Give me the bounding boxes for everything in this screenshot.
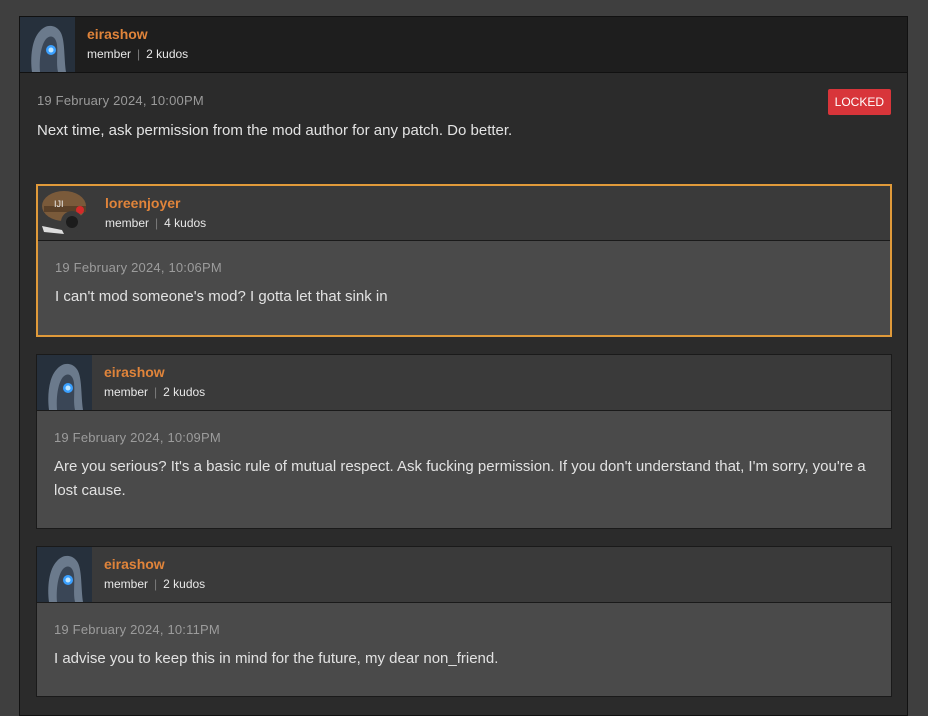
- post-text: I advise you to keep this in mind for th…: [54, 650, 499, 667]
- avatar[interactable]: IJI: [38, 186, 93, 241]
- meta-separator: |: [154, 577, 158, 591]
- comment-thread: eirashow member | 2 kudos 19 February 2024…: [19, 16, 908, 716]
- user-meta: member | 2 kudos: [104, 577, 205, 591]
- reply-comment: IJI loreenjoyer member | 4 kudos 19 Februa…: [36, 184, 892, 337]
- user-kudos: 2 kudos: [163, 577, 206, 591]
- meta-separator: |: [137, 47, 141, 61]
- avatar[interactable]: [37, 355, 92, 410]
- user-meta: member | 2 kudos: [104, 385, 205, 399]
- hooded-figure-avatar-icon: [37, 355, 92, 410]
- post-date: 19 February 2024, 10:06PM: [55, 260, 222, 275]
- reply-header: eirashow member | 2 kudos: [37, 547, 891, 603]
- post-date: 19 February 2024, 10:09PM: [54, 430, 221, 445]
- reply-body: 19 February 2024, 10:09PM Are you seriou…: [37, 411, 891, 503]
- user-role: member: [105, 215, 150, 230]
- username-link[interactable]: eirashow: [104, 364, 205, 380]
- user-meta: member | 4 kudos: [105, 216, 206, 230]
- user-role: member: [104, 577, 149, 591]
- username-link[interactable]: eirashow: [87, 26, 188, 42]
- meta-separator: |: [154, 385, 158, 399]
- locked-badge: LOCKED: [827, 89, 891, 115]
- reply-comment: eirashow member | 2 kudos 19 February 2024…: [36, 354, 892, 529]
- reply-header: IJI loreenjoyer member | 4 kudos: [38, 186, 890, 241]
- hooded-figure-avatar-icon: [37, 547, 92, 602]
- reply-header: eirashow member | 2 kudos: [37, 355, 891, 411]
- username-link[interactable]: loreenjoyer: [105, 195, 206, 211]
- user-kudos: 2 kudos: [146, 47, 189, 61]
- reply-body: 19 February 2024, 10:06PM I can't mod so…: [38, 241, 890, 309]
- user-info: eirashow member | 2 kudos: [104, 364, 205, 401]
- post-date: 19 February 2024, 10:11PM: [54, 622, 220, 637]
- hooded-figure-avatar-icon: [20, 17, 75, 72]
- user-kudos: 4 kudos: [164, 215, 207, 230]
- user-role: member: [87, 47, 132, 61]
- user-kudos: 2 kudos: [163, 385, 206, 399]
- post-date: 19 February 2024, 10:00PM: [37, 93, 204, 108]
- main-post-header: eirashow member | 2 kudos: [20, 17, 907, 73]
- user-info: eirashow member | 2 kudos: [104, 556, 205, 593]
- user-role: member: [104, 385, 149, 399]
- user-info: loreenjoyer member | 4 kudos: [105, 195, 206, 232]
- username-link[interactable]: eirashow: [104, 556, 205, 572]
- post-text: Are you serious? It's a basic rule of mu…: [54, 458, 866, 499]
- main-post-body: 19 February 2024, 10:00PM Next time, ask…: [20, 73, 907, 143]
- reply-body: 19 February 2024, 10:11PM I advise you t…: [37, 603, 891, 671]
- avatar[interactable]: [20, 17, 75, 72]
- reply-comment: eirashow member | 2 kudos 19 February 2024…: [36, 546, 892, 697]
- user-meta: member | 2 kudos: [87, 47, 188, 61]
- meta-separator: |: [155, 215, 159, 230]
- user-info: eirashow member | 2 kudos: [87, 26, 188, 63]
- post-text: I can't mod someone's mod? I gotta let t…: [55, 288, 388, 305]
- svg-text:IJI: IJI: [54, 199, 64, 209]
- avatar[interactable]: [37, 547, 92, 602]
- post-text: Next time, ask permission from the mod a…: [37, 122, 513, 139]
- helmet-soldier-avatar-icon: IJI: [42, 190, 86, 234]
